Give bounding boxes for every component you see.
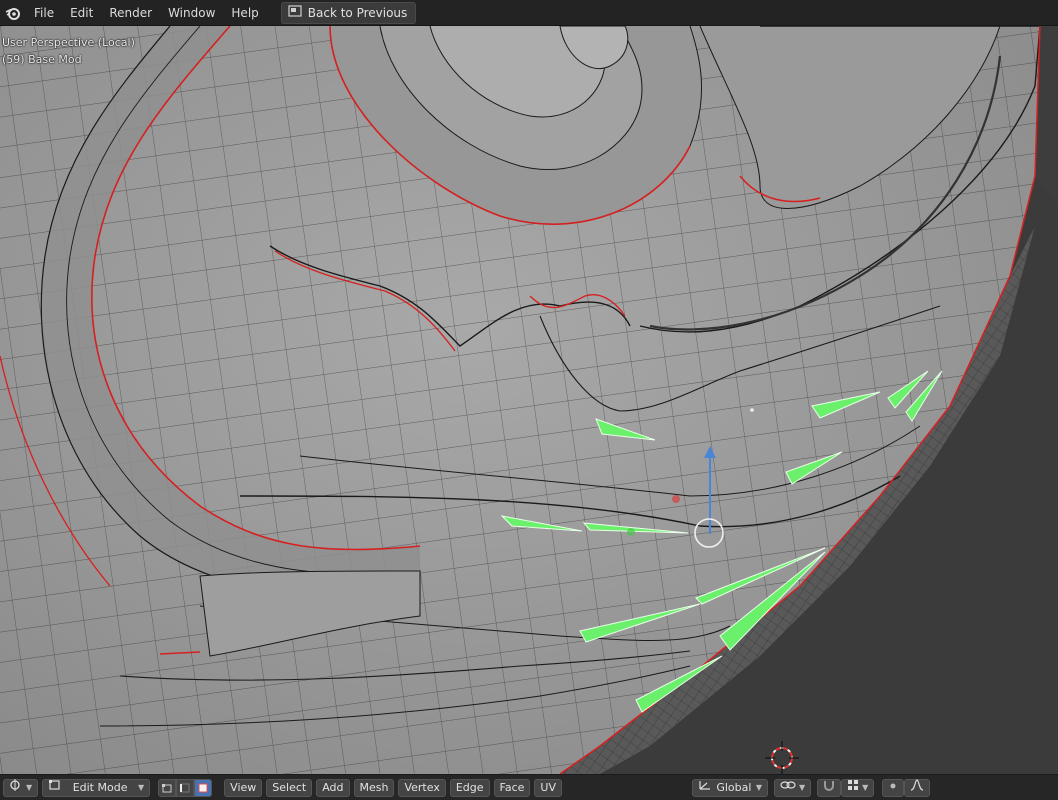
viewport-header: ▼ Edit Mode ▼ View Select Add Mesh Verte…: [0, 774, 1058, 800]
menu-view[interactable]: View: [224, 778, 263, 797]
menu-file[interactable]: File: [26, 0, 62, 26]
vertex-select-icon[interactable]: [158, 778, 177, 797]
menu-edge[interactable]: Edge: [449, 778, 490, 797]
chevron-down-icon: ▼: [798, 782, 806, 792]
menu-render[interactable]: Render: [101, 0, 160, 26]
proportional-dot-icon: [888, 779, 898, 797]
menu-vertex[interactable]: Vertex: [398, 778, 446, 797]
magnet-icon: [823, 779, 835, 797]
transform-orientation-select[interactable]: Global ▼: [691, 778, 768, 797]
viewport-object-label: (59) Base Mod: [2, 53, 82, 66]
back-to-previous-label: Back to Previous: [307, 5, 408, 20]
viewport-perspective-label: User Perspective (Local): [2, 36, 135, 49]
mesh-render: [0, 26, 1058, 774]
chevron-down-icon: ▼: [862, 782, 869, 792]
menu-edit[interactable]: Edit: [62, 0, 101, 26]
menu-select[interactable]: Select: [266, 778, 313, 797]
menu-window[interactable]: Window: [160, 0, 223, 26]
chevron-down-icon: ▼: [755, 782, 762, 792]
editor-type-icon: [9, 778, 23, 797]
proportional-edit-button[interactable]: [882, 778, 905, 797]
mode-select[interactable]: Edit Mode ▼: [42, 778, 151, 797]
pivot-link-icon: [780, 779, 796, 797]
snap-element-button[interactable]: ▼: [841, 778, 875, 797]
edit-mode-icon: [48, 779, 62, 797]
pivot-point-button[interactable]: ▼: [773, 778, 812, 797]
falloff-button[interactable]: [904, 778, 931, 797]
falloff-curve-icon: [910, 778, 924, 797]
face-select-icon[interactable]: [194, 778, 213, 797]
edge-select-icon[interactable]: [176, 778, 195, 797]
mode-label: Edit Mode: [72, 780, 128, 794]
snap-toggle-button[interactable]: [817, 778, 842, 797]
menu-help[interactable]: Help: [223, 0, 266, 26]
select-mode-group: [158, 778, 213, 797]
orientation-axes-icon: [698, 779, 712, 797]
top-bar: File Edit Render Window Help Back to Pre…: [0, 0, 1058, 26]
editor-type-button[interactable]: ▼: [3, 778, 39, 797]
menu-add[interactable]: Add: [316, 778, 350, 797]
chevron-down-icon: ▼: [26, 782, 33, 792]
menu-uv[interactable]: UV: [534, 778, 562, 797]
blender-logo-icon[interactable]: [0, 0, 26, 26]
3d-viewport[interactable]: User Perspective (Local) (59) Base Mod: [0, 26, 1058, 774]
menu-face[interactable]: Face: [493, 778, 531, 797]
screen-back-icon: [288, 3, 302, 23]
back-to-previous-button[interactable]: Back to Previous: [280, 1, 417, 24]
orientation-label: Global: [716, 780, 752, 794]
chevron-down-icon: ▼: [138, 782, 145, 792]
snap-grid-icon: [847, 779, 859, 797]
menu-mesh[interactable]: Mesh: [353, 778, 395, 797]
